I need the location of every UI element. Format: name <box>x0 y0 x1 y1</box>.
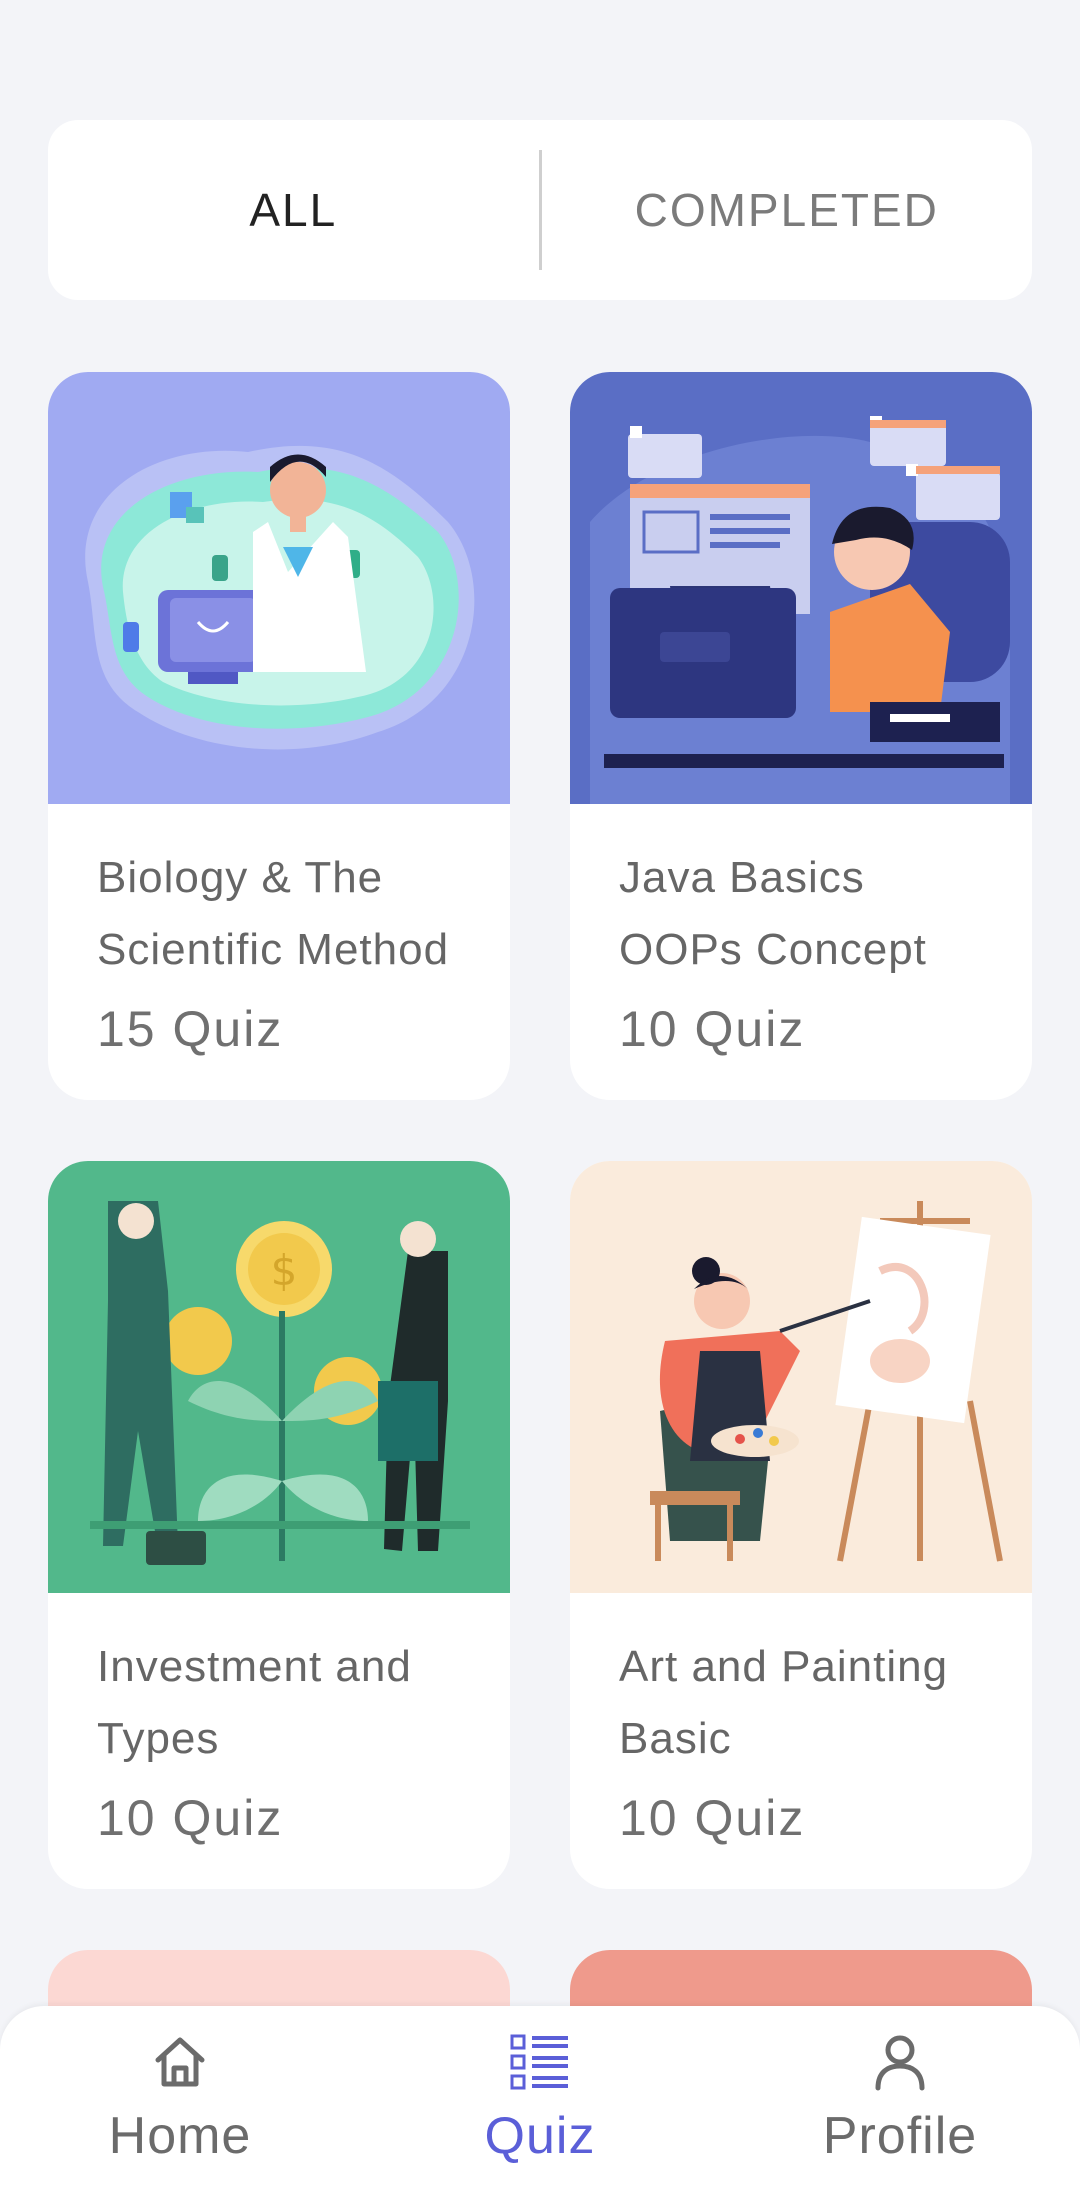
art-illustration <box>570 1161 1032 1593</box>
nav-home[interactable]: Home <box>0 2006 360 2199</box>
quiz-card-biology[interactable]: Biology & The Scientific Method 15 Quiz <box>48 372 510 1100</box>
quiz-card-title: Java Basics OOPs Concept <box>619 853 927 974</box>
nav-profile[interactable]: Profile <box>720 2006 1080 2199</box>
svg-text:$: $ <box>271 1246 298 1295</box>
person-icon <box>875 2035 925 2091</box>
tab-all[interactable]: ALL <box>48 120 539 300</box>
quiz-card-title: Art and Painting Basic <box>619 1642 949 1763</box>
quiz-card-count: 10 Quiz <box>619 1790 806 1846</box>
nav-quiz-label: Quiz <box>484 2107 596 2165</box>
nav-profile-label: Profile <box>822 2107 978 2165</box>
quiz-list-icon <box>510 2034 568 2090</box>
quiz-filter-tabs: ALL COMPLETED <box>48 120 1032 300</box>
quiz-card-count: 15 Quiz <box>97 1001 284 1057</box>
investment-illustration: $ <box>48 1161 510 1593</box>
nav-quiz[interactable]: Quiz <box>360 2006 720 2199</box>
quiz-card-java[interactable]: Java Basics OOPs Concept 10 Quiz <box>570 372 1032 1100</box>
nav-home-label: Home <box>108 2107 252 2165</box>
biology-illustration <box>48 372 510 804</box>
tab-completed[interactable]: COMPLETED <box>542 120 1033 300</box>
quiz-card-investment[interactable]: $ Investment and Types 10 Quiz <box>48 1161 510 1889</box>
quiz-card-title: Biology & The Scientific Method <box>97 853 450 974</box>
home-icon <box>155 2037 205 2087</box>
quiz-card-title: Investment and Types <box>97 1642 412 1763</box>
java-illustration <box>570 372 1032 804</box>
quiz-card-art[interactable]: Art and Painting Basic 10 Quiz <box>570 1161 1032 1889</box>
bottom-navigation: Home Quiz Profile <box>0 2006 1080 2199</box>
quiz-card-count: 10 Quiz <box>619 1001 806 1057</box>
quiz-card-count: 10 Quiz <box>97 1790 284 1846</box>
